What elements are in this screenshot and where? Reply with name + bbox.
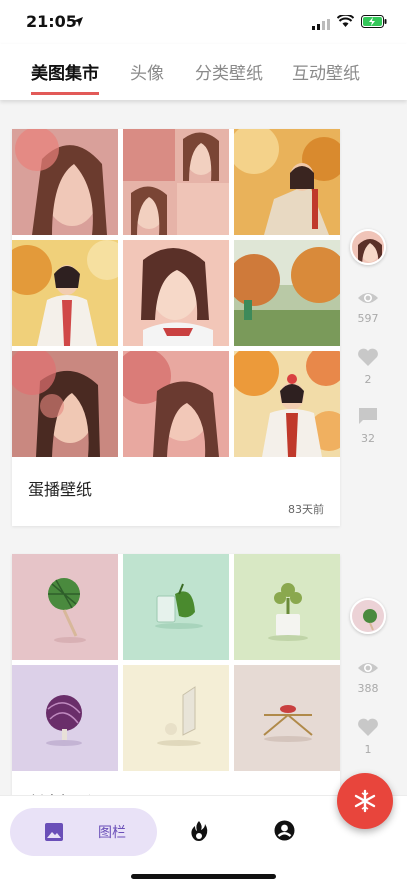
likes-count: 1 [364,743,372,756]
eye-icon [358,293,378,303]
photo-thumbnail[interactable] [12,351,118,457]
image-icon [44,822,64,846]
photo-thumbnail[interactable] [12,240,118,346]
photo-thumbnail[interactable] [123,240,229,346]
battery-icon [361,13,387,32]
likes-stat[interactable]: 1 [348,717,388,756]
app-screen: 21:05 美图集市 头像 分类壁纸 互动壁纸 蛋播壁纸 83天前 597 2 … [0,0,407,889]
photo-thumbnail[interactable] [123,554,229,660]
tab-avatar[interactable]: 头像 [130,59,164,84]
heart-icon[interactable] [357,717,379,737]
status-time: 21:05 [26,12,77,31]
snowflake-fab-button[interactable] [337,773,393,829]
photo-thumbnail[interactable] [123,129,229,235]
nav-gallery-label: 图栏 [98,825,126,841]
views-count: 597 [357,312,379,325]
photo-thumbnail[interactable] [12,665,118,771]
comments-stat[interactable]: 32 [348,406,388,445]
tab-interactive-wallpaper[interactable]: 互动壁纸 [292,59,360,84]
flame-icon[interactable] [189,820,209,846]
photo-thumbnail[interactable] [123,665,229,771]
card-timestamp: 83天前 [288,503,324,516]
photo-thumbnail[interactable] [234,665,340,771]
post-card[interactable]: 蛋播壁纸 83天前 [12,129,340,526]
photo-thumbnail[interactable] [123,351,229,457]
comment-icon[interactable] [357,406,379,426]
likes-count: 2 [364,373,372,386]
photo-thumbnail[interactable] [12,554,118,660]
views-stat: 597 [348,290,388,325]
snowflake-icon [354,789,376,813]
views-stat: 388 [348,660,388,695]
photo-thumbnail[interactable] [234,240,340,346]
author-avatar[interactable] [350,229,386,265]
card-title: 蛋播壁纸 [28,480,93,499]
photo-thumbnail[interactable] [234,351,340,457]
photo-thumbnail[interactable] [234,554,340,660]
tab-active-indicator [31,92,99,95]
comments-count: 32 [361,432,375,445]
author-avatar[interactable] [350,598,386,634]
eye-icon [358,663,378,673]
heart-icon[interactable] [357,347,379,367]
post-card[interactable]: 创意摄影#2 [12,554,340,814]
status-bar: 21:05 [0,0,407,44]
likes-stat[interactable]: 2 [348,347,388,386]
views-count: 388 [357,682,379,695]
nav-gallery-tab[interactable]: 图栏 [10,808,157,856]
signal-icon [312,15,330,34]
photo-thumbnail[interactable] [12,129,118,235]
photo-thumbnail[interactable] [234,129,340,235]
account-icon[interactable] [274,820,295,845]
location-arrow-icon [72,13,84,32]
wifi-icon [336,13,355,32]
top-tab-bar: 美图集市 头像 分类壁纸 互动壁纸 [0,44,407,100]
tab-category-wallpaper[interactable]: 分类壁纸 [195,59,263,84]
home-indicator [131,874,276,879]
tab-gallery-market[interactable]: 美图集市 [31,59,99,84]
